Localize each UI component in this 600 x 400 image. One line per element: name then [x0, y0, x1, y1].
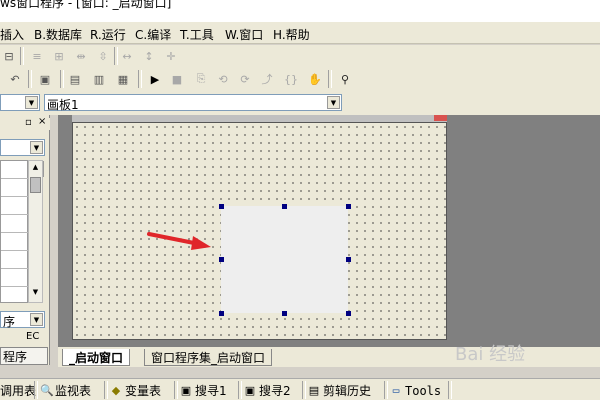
resize-handle[interactable] [346, 311, 351, 316]
center-icon[interactable]: ✛ [162, 48, 180, 64]
resize-handle[interactable] [346, 257, 351, 262]
stop-icon[interactable]: ■ [168, 71, 186, 87]
menu-window[interactable]: W.窗口 [225, 26, 263, 43]
toolbar-separator [34, 381, 38, 399]
step-out-icon[interactable]: ⤴ [258, 71, 276, 87]
ec-label: EC [26, 331, 40, 342]
variable-icon: ◆ [111, 383, 121, 397]
bottom-tabs: 调用表 🔍 监视表 ◆ 变量表 ▣ 搜寻1 ▣ 搜寻2 ▤ 剪辑历史 ▭ Too… [0, 378, 600, 400]
category-select[interactable]: 序 ▼ [0, 311, 45, 329]
toolbar-separator [238, 381, 242, 399]
toolbar-separator [28, 70, 32, 88]
board-select-value: 画板1 [47, 98, 79, 112]
resize-handle[interactable] [346, 204, 351, 209]
standard-toolbar: ↶ ▣ ▤ ▥ ▦ ▶ ■ ⎘ ⟲ ⟳ ⤴ {} ✋ ⚲ [0, 67, 600, 91]
tab-tools[interactable]: ▭ Tools [390, 382, 441, 399]
align-middle-icon[interactable]: ⊞ [50, 48, 68, 64]
object-select[interactable]: ▼ [0, 94, 40, 111]
search-icon: ▣ [244, 383, 256, 397]
watermark: Bai 经验 [455, 344, 526, 365]
layout1-icon[interactable]: ▤ [66, 71, 84, 87]
selected-control[interactable] [221, 206, 348, 313]
restore-icon[interactable]: ▫ [25, 117, 32, 128]
chevron-down-icon[interactable]: ▼ [30, 141, 43, 154]
binoculars-icon[interactable]: ⚲ [336, 71, 354, 87]
tab-clip-history[interactable]: ▤ 剪辑历史 [308, 382, 371, 399]
step-over-icon[interactable]: ⟳ [236, 71, 254, 87]
align-left-icon[interactable]: ⊟ [0, 48, 18, 64]
component-select[interactable]: ▼ [0, 139, 45, 156]
tab-search2[interactable]: ▣ 搜寻2 [244, 382, 291, 399]
magnifier-icon: 🔍 [40, 383, 54, 397]
tab-window-assembly[interactable]: 窗口程序集_启动窗口 [144, 349, 273, 366]
toolbar-separator [60, 70, 64, 88]
space-vertical-icon[interactable]: ↕ [140, 48, 158, 64]
panel-header: ▫ × [0, 116, 50, 130]
step-into-icon[interactable]: ⟲ [214, 71, 232, 87]
resize-handle[interactable] [282, 204, 287, 209]
align-height-icon[interactable]: ⇳ [94, 48, 112, 64]
close-icon[interactable]: × [38, 116, 46, 127]
preview-icon[interactable]: ▣ [36, 71, 54, 87]
hand-icon[interactable]: ✋ [306, 71, 324, 87]
space-horizontal-icon[interactable]: ↔ [118, 48, 136, 64]
search-icon: ▣ [180, 383, 192, 397]
layout3-icon[interactable]: ▦ [114, 71, 132, 87]
scroll-up-icon[interactable]: ▲ [30, 163, 41, 175]
menu-compile[interactable]: C.编译 [135, 26, 171, 43]
undo-icon[interactable]: ↶ [6, 71, 24, 87]
selector-row: ▼ 画板1 ▼ [0, 91, 600, 115]
toolbar-separator [138, 70, 142, 88]
menu-insert[interactable]: 插入 [0, 26, 24, 43]
clipboard-icon: ▤ [308, 383, 320, 397]
layout2-icon[interactable]: ▥ [90, 71, 108, 87]
resize-handle[interactable] [219, 257, 224, 262]
toolbar-separator [448, 381, 452, 399]
property-grid[interactable] [0, 160, 29, 303]
chevron-down-icon[interactable]: ▼ [25, 96, 38, 109]
toolbar-separator [174, 381, 178, 399]
step-icon[interactable]: ⎘ [192, 71, 210, 87]
run-icon[interactable]: ▶ [146, 71, 164, 87]
window-icon: ▭ [392, 383, 400, 397]
tab-variables[interactable]: ◆ 变量表 [110, 382, 161, 399]
tab-search1[interactable]: ▣ 搜寻1 [180, 382, 227, 399]
toolbar-separator [328, 70, 332, 88]
menu-run[interactable]: R.运行 [90, 26, 126, 43]
window-title: ws窗口程序 - [窗口: _启动窗口] [0, 0, 172, 10]
menu-bar: 插入 B.数据库 R.运行 C.编译 T.工具 W.窗口 H.帮助 [0, 22, 600, 44]
menu-tools[interactable]: T.工具 [180, 26, 214, 43]
title-bar: ws窗口程序 - [窗口: _启动窗口] [0, 0, 600, 22]
board-select[interactable]: 画板1 ▼ [44, 94, 342, 112]
tab-call-table[interactable]: 调用表 [0, 382, 36, 399]
align-width-icon[interactable]: ⇹ [72, 48, 90, 64]
toolbar-separator [302, 381, 306, 399]
braces-icon[interactable]: {} [282, 71, 300, 87]
form-titlebar [72, 115, 447, 122]
align-top-icon[interactable]: ≡ [28, 48, 46, 64]
resize-handle[interactable] [219, 311, 224, 316]
menu-database[interactable]: B.数据库 [34, 26, 82, 43]
tab-program[interactable]: 程序 [0, 347, 48, 365]
category-select-value: 序 [3, 315, 16, 329]
chevron-down-icon[interactable]: ▼ [327, 96, 340, 109]
toolbar-separator [384, 381, 388, 399]
form-close-button[interactable] [434, 115, 447, 121]
scroll-down-icon[interactable]: ▼ [30, 288, 41, 300]
red-arrow-icon [147, 232, 211, 250]
tab-watch[interactable]: 🔍 监视表 [40, 382, 91, 399]
tab-start-window[interactable]: _启动窗口 [62, 349, 131, 366]
menu-help[interactable]: H.帮助 [273, 26, 310, 43]
resize-handle[interactable] [282, 311, 287, 316]
toolbar-separator [20, 47, 24, 65]
property-scrollbar[interactable]: ▲ ▼ [28, 160, 43, 303]
resize-handle[interactable] [219, 204, 224, 209]
alignment-toolbar: ⊟ ≡ ⊞ ⇹ ⇳ ↔ ↕ ✛ [0, 45, 600, 67]
chevron-down-icon[interactable]: ▼ [30, 313, 43, 326]
scrollbar-thumb[interactable] [30, 177, 41, 193]
toolbar-separator [104, 381, 108, 399]
